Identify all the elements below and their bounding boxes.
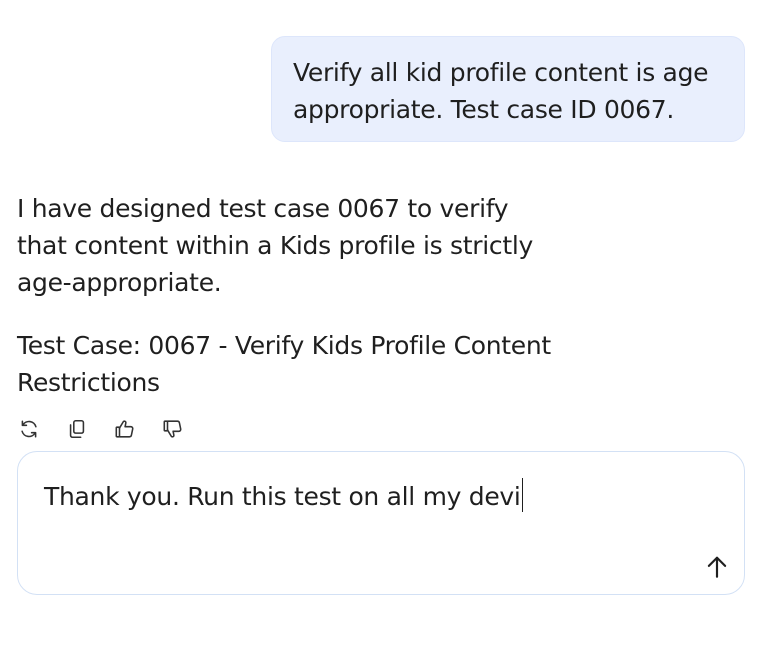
text-caret [521,478,524,512]
assistant-test-case-title: Test Case: 0067 - Verify Kids Profile Co… [17,331,551,397]
thumbs-down-button[interactable] [160,416,186,442]
thumbs-up-icon [115,420,134,438]
message-composer[interactable]: Thank you. Run this test on all my devi [17,451,745,595]
user-message-bubble: Verify all kid profile content is age ap… [271,36,745,142]
copy-icon [69,419,85,439]
copy-button[interactable] [64,416,90,442]
message-input[interactable]: Thank you. Run this test on all my devi [44,478,524,515]
regenerate-icon [21,420,37,438]
message-actions [16,416,186,442]
chat-panel: Verify all kid profile content is age ap… [0,0,760,653]
send-button[interactable] [702,552,732,582]
assistant-message: I have designed test case 0067 to verify… [17,190,597,401]
user-message-text: Verify all kid profile content is age ap… [293,58,709,124]
message-input-value: Thank you. Run this test on all my devi [44,482,521,511]
thumbs-up-button[interactable] [112,416,138,442]
arrow-up-icon [707,556,727,578]
thumbs-down-icon [163,420,182,438]
regenerate-button[interactable] [16,416,42,442]
assistant-paragraph: I have designed test case 0067 to verify… [17,194,533,297]
